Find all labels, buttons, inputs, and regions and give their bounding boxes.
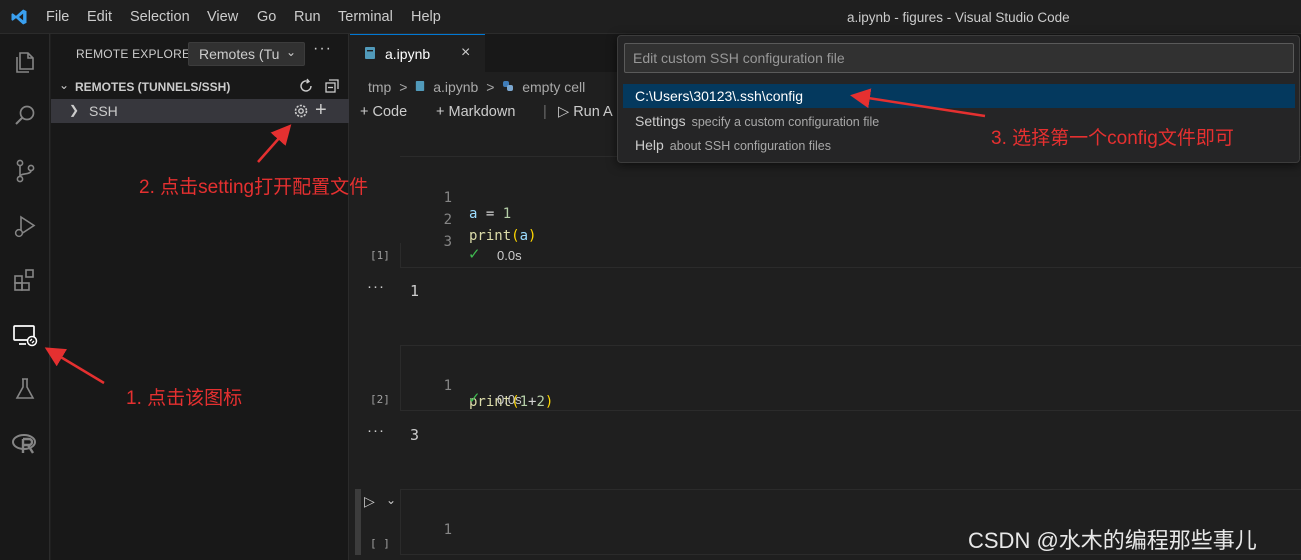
annotation-step1: 1. 点击该图标: [126, 388, 243, 409]
sidebar-title: REMOTE EXPLORER: [76, 47, 200, 61]
remote-explorer-icon[interactable]: [11, 321, 39, 349]
refresh-icon[interactable]: [297, 77, 315, 95]
remotes-dropdown[interactable]: Remotes (Tu ⌄: [188, 42, 305, 66]
gear-icon[interactable]: [291, 101, 311, 121]
chevron-down-icon[interactable]: ⌄: [386, 493, 396, 507]
execution-count: [2]: [370, 393, 390, 406]
notebook-cell[interactable]: 1 print(1+2) [2] ✓ 0.0s: [370, 345, 1301, 411]
title-bar: File Edit Selection View Go Run Terminal…: [0, 0, 1301, 34]
execution-duration: 0.0s: [497, 392, 522, 407]
explorer-icon[interactable]: [11, 48, 39, 76]
plus-icon: +: [360, 104, 373, 120]
testing-flask-icon[interactable]: [11, 375, 39, 403]
watermark: CSDN @水木的编程那些事儿: [968, 528, 1257, 553]
quick-pick-input[interactable]: [624, 43, 1294, 73]
r-language-icon[interactable]: [11, 430, 39, 458]
menu-file[interactable]: File: [46, 9, 69, 25]
cell-output: 3: [410, 426, 420, 444]
execution-count: [1]: [370, 249, 390, 262]
breadcrumb: tmp > a.ipynb > empty cell: [368, 79, 589, 95]
chevron-down-icon: ⌄: [59, 78, 70, 92]
run-cell-button[interactable]: ▷: [364, 493, 375, 510]
add-icon[interactable]: +: [315, 99, 327, 121]
python-icon: [502, 79, 514, 95]
cell-focus-bar: [355, 489, 361, 555]
remotes-dropdown-value: Remotes (Tu: [199, 46, 280, 62]
menu-terminal[interactable]: Terminal: [338, 9, 393, 25]
run-icon: ▷: [558, 104, 574, 120]
vscode-logo-icon: [10, 8, 28, 26]
execution-duration: 0.0s: [497, 248, 522, 263]
add-code-cell-button[interactable]: + Code: [360, 104, 407, 120]
quick-pick-item-label: Help: [635, 137, 664, 153]
annotation-step2: 2. 点击setting打开配置文件: [139, 177, 369, 198]
quick-pick-item-label: Settings: [635, 113, 686, 129]
breadcrumb-item[interactable]: tmp: [368, 79, 391, 95]
menu-run[interactable]: Run: [294, 9, 321, 25]
menu-help[interactable]: Help: [411, 9, 441, 25]
notebook-file-icon: [364, 46, 376, 60]
run-all-button[interactable]: ▷ Run A: [558, 104, 613, 120]
chevron-right-icon: >: [399, 79, 408, 95]
menu-selection[interactable]: Selection: [130, 9, 190, 25]
execution-count: [ ]: [370, 537, 390, 550]
tab-a-ipynb[interactable]: a.ipynb ×: [350, 34, 485, 72]
code-editor[interactable]: 1 a = 1 2 print(a) 3: [400, 157, 1301, 250]
notebook-file-icon: [415, 79, 425, 95]
section-label: REMOTES (TUNNELS/SSH): [75, 80, 231, 94]
menu-view[interactable]: View: [207, 9, 238, 25]
remote-explorer-sidebar: REMOTE EXPLORER Remotes (Tu ⌄ ··· ⌄ REMO…: [51, 34, 349, 560]
chevron-down-icon: ⌄: [285, 45, 296, 59]
search-icon[interactable]: [11, 102, 39, 130]
more-actions-icon[interactable]: ···: [313, 40, 332, 58]
quick-pick-item-description: specify a custom configuration file: [691, 115, 880, 129]
output-more-icon[interactable]: ···: [367, 278, 385, 295]
toolbar-divider: |: [543, 104, 547, 120]
add-markdown-cell-button[interactable]: + Markdown: [436, 104, 515, 120]
quick-pick-item-description: about SSH configuration files: [669, 139, 832, 153]
remotes-section-header[interactable]: ⌄ REMOTES (TUNNELS/SSH): [51, 76, 349, 98]
output-more-icon[interactable]: ···: [367, 422, 385, 439]
breadcrumb-item[interactable]: a.ipynb: [433, 79, 478, 95]
menu-go[interactable]: Go: [257, 9, 276, 25]
success-check-icon: ✓: [468, 390, 481, 407]
tree-item-ssh[interactable]: ❯ SSH +: [51, 99, 349, 123]
code-line: 3: [443, 234, 452, 250]
plus-icon: +: [436, 104, 449, 120]
run-debug-icon[interactable]: [11, 212, 39, 240]
code-line: 1 print(1+2): [443, 378, 554, 410]
menu-edit[interactable]: Edit: [87, 9, 112, 25]
cell-output: 1: [410, 282, 420, 300]
annotation-step3: 3. 选择第一个config文件即可: [991, 128, 1234, 149]
quick-pick-item-label: C:\Users\30123\.ssh\config: [635, 88, 804, 104]
window-title: a.ipynb - figures - Visual Studio Code: [847, 10, 1070, 25]
extensions-icon[interactable]: [11, 266, 39, 294]
success-check-icon: ✓: [468, 246, 481, 263]
collapse-all-icon[interactable]: [323, 77, 341, 95]
chevron-right-icon: ❯: [69, 103, 80, 117]
quick-pick-item-config[interactable]: C:\Users\30123\.ssh\config: [623, 84, 1295, 108]
activity-bar: [0, 34, 50, 560]
notebook-cell[interactable]: 1 a = 1 2 print(a) 3 [1] ✓ 0.0s: [370, 156, 1301, 268]
source-control-icon[interactable]: [11, 157, 39, 185]
tab-label: a.ipynb: [385, 46, 431, 62]
breadcrumb-item[interactable]: empty cell: [522, 79, 585, 95]
chevron-right-icon: >: [486, 79, 495, 95]
close-icon[interactable]: ×: [461, 44, 470, 62]
tree-item-label: SSH: [89, 103, 118, 119]
